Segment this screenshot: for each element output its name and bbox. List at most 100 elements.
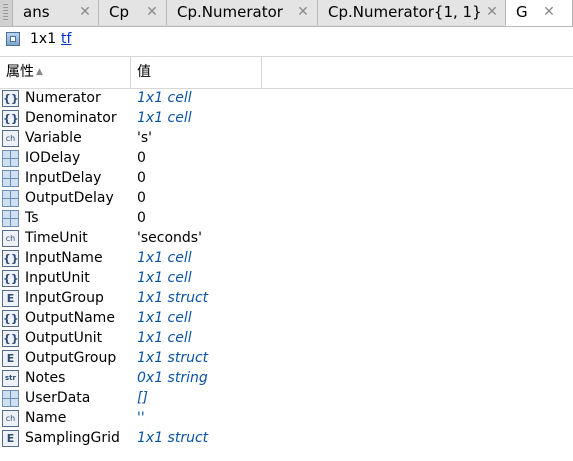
numeric-icon	[2, 210, 19, 227]
char-icon: ch	[2, 410, 19, 427]
close-icon[interactable]: ✕	[484, 0, 500, 25]
tab-label: G	[516, 3, 528, 21]
property-name: OutputUnit	[25, 330, 103, 346]
property-name: UserData	[25, 390, 91, 406]
property-table-header: 属性 ▲ 值	[0, 56, 573, 89]
property-value[interactable]: 1x1 cell	[137, 308, 192, 328]
property-name: OutputGroup	[25, 350, 117, 366]
table-row[interactable]: {} OutputName 1x1 cell	[0, 308, 573, 328]
property-name: OutputName	[25, 310, 115, 326]
close-icon[interactable]: ✕	[77, 0, 93, 25]
cell-icon: {}	[2, 250, 19, 267]
property-name: SamplingGrid	[25, 430, 120, 446]
property-name: InputDelay	[25, 170, 102, 186]
property-value[interactable]: ''	[137, 408, 145, 428]
property-name: IODelay	[25, 150, 81, 166]
table-row[interactable]: InputDelay 0	[0, 168, 573, 188]
table-row[interactable]: {} Denominator 1x1 cell	[0, 108, 573, 128]
table-row[interactable]: ch Name ''	[0, 408, 573, 428]
table-row[interactable]: E InputGroup 1x1 struct	[0, 288, 573, 308]
tab-grip-handle[interactable]	[0, 0, 13, 26]
numeric-icon	[2, 150, 19, 167]
column-label: 属性	[6, 64, 34, 80]
tab-ans[interactable]: ans ✕	[13, 0, 99, 25]
property-name: Variable	[25, 130, 82, 146]
property-value[interactable]: 1x1 cell	[137, 248, 192, 268]
column-label: 值	[137, 64, 151, 80]
variable-size: 1x1	[30, 31, 57, 47]
property-value[interactable]: 's'	[137, 128, 152, 148]
property-value[interactable]: 1x1 struct	[137, 428, 208, 448]
property-name: Notes	[25, 370, 66, 386]
cell-icon: {}	[2, 90, 19, 107]
table-row[interactable]: {} Numerator 1x1 cell	[0, 88, 573, 108]
class-link[interactable]: tf	[61, 31, 71, 47]
property-value[interactable]: 1x1 cell	[137, 108, 192, 128]
table-row[interactable]: ch Variable 's'	[0, 128, 573, 148]
variable-header: 1x1 tf	[0, 27, 573, 53]
cell-icon: {}	[2, 330, 19, 347]
tab-label: ans	[23, 3, 50, 21]
property-value[interactable]: []	[137, 388, 148, 408]
cell-icon: {}	[2, 110, 19, 127]
property-name: Name	[25, 410, 67, 426]
property-value[interactable]: 1x1 struct	[137, 348, 208, 368]
close-icon[interactable]: ✕	[144, 0, 160, 25]
tab-cp[interactable]: Cp ✕	[99, 0, 167, 25]
property-value[interactable]: 1x1 struct	[137, 288, 208, 308]
property-name: TimeUnit	[25, 230, 88, 246]
property-value[interactable]: 1x1 cell	[137, 88, 192, 108]
property-value[interactable]: 1x1 cell	[137, 328, 192, 348]
table-row[interactable]: ch TimeUnit 'seconds'	[0, 228, 573, 248]
struct-icon: E	[2, 290, 19, 307]
property-value[interactable]: 0x1 string	[137, 368, 208, 388]
tab-label: Cp.Numerator	[177, 3, 283, 21]
property-name: InputGroup	[25, 290, 104, 306]
numeric-icon	[2, 390, 19, 407]
cell-icon: {}	[2, 270, 19, 287]
struct-icon: E	[2, 430, 19, 447]
property-value[interactable]: 'seconds'	[137, 228, 202, 248]
table-row[interactable]: str Notes 0x1 string	[0, 368, 573, 388]
char-icon: ch	[2, 130, 19, 147]
table-row[interactable]: Ts 0	[0, 208, 573, 228]
close-icon[interactable]: ✕	[295, 0, 311, 25]
property-value[interactable]: 0	[137, 188, 146, 208]
property-value[interactable]: 0	[137, 168, 146, 188]
property-name: Denominator	[25, 110, 117, 126]
property-name: OutputDelay	[25, 190, 114, 206]
table-row[interactable]: E SamplingGrid 1x1 struct	[0, 428, 573, 448]
table-row[interactable]: UserData []	[0, 388, 573, 408]
property-name: Ts	[25, 210, 39, 226]
tab-cp-numerator[interactable]: Cp.Numerator ✕	[167, 0, 318, 25]
column-header-property[interactable]: 属性 ▲	[0, 57, 131, 88]
sort-ascending-icon: ▲	[36, 67, 43, 77]
column-header-value[interactable]: 值	[131, 57, 262, 88]
property-value[interactable]: 1x1 cell	[137, 268, 192, 288]
table-row[interactable]: E OutputGroup 1x1 struct	[0, 348, 573, 368]
table-row[interactable]: IODelay 0	[0, 148, 573, 168]
numeric-icon	[2, 170, 19, 187]
table-row[interactable]: {} InputName 1x1 cell	[0, 248, 573, 268]
property-name: Numerator	[25, 90, 101, 106]
cell-icon: {}	[2, 310, 19, 327]
table-row[interactable]: OutputDelay 0	[0, 188, 573, 208]
string-icon: str	[2, 370, 19, 387]
property-value[interactable]: 0	[137, 148, 146, 168]
tab-cp-numerator-cell[interactable]: Cp.Numerator{1, 1} ✕	[318, 0, 506, 25]
property-name: InputUnit	[25, 270, 90, 286]
close-icon[interactable]: ✕	[541, 0, 557, 25]
tab-label: Cp	[109, 3, 129, 21]
property-name: InputName	[25, 250, 103, 266]
tab-label: Cp.Numerator{1, 1}	[328, 3, 482, 21]
table-row[interactable]: {} InputUnit 1x1 cell	[0, 268, 573, 288]
tf-object-icon	[6, 32, 20, 46]
tab-g[interactable]: G ✕	[506, 0, 573, 26]
struct-icon: E	[2, 350, 19, 367]
numeric-icon	[2, 190, 19, 207]
property-value[interactable]: 0	[137, 208, 146, 228]
table-row[interactable]: {} OutputUnit 1x1 cell	[0, 328, 573, 348]
char-icon: ch	[2, 230, 19, 247]
property-table: {} Numerator 1x1 cell {} Denominator 1x1…	[0, 88, 573, 448]
variable-tab-bar: ans ✕ Cp ✕ Cp.Numerator ✕ Cp.Numerator{1…	[0, 0, 573, 27]
